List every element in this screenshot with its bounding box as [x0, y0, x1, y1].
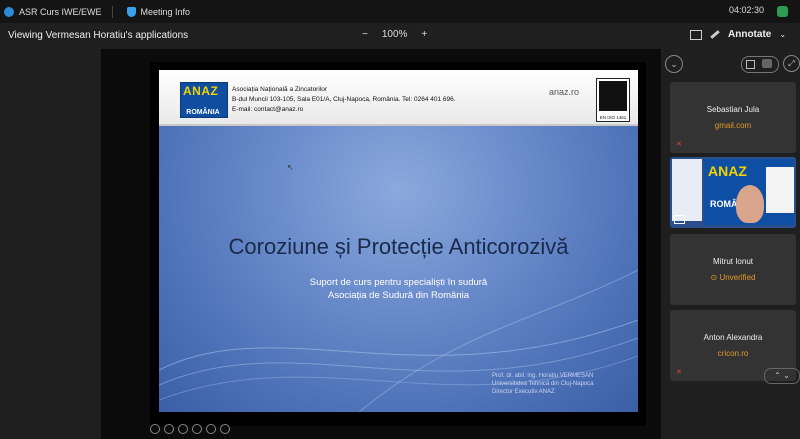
author-name: Prof. dr. abil. ing. Horațiu VERMEȘAN — [492, 373, 594, 379]
iso-symbol — [599, 81, 627, 111]
video-slide-thumb — [672, 159, 702, 221]
shared-slide: ANAZ ROMÂNIA Asociația Națională a Zinca… — [159, 70, 638, 412]
zoom-in-button[interactable]: + — [421, 29, 427, 40]
grid-view-icon[interactable] — [762, 59, 772, 68]
meeting-info-label: Meeting Info — [140, 6, 191, 17]
view-bar: Viewing Vermesan Horatiu's applications … — [0, 23, 800, 49]
author-role: Director Executiv ANAZ — [492, 389, 555, 395]
participant-name: Sebastian Jula — [706, 105, 760, 114]
zoom-out-button[interactable]: − — [362, 29, 368, 40]
zoom-icon[interactable] — [178, 424, 188, 434]
presenter-video-tile[interactable]: ANAZ ROMÂNIA — [670, 157, 796, 228]
anaz-logo: ANAZ ROMÂNIA — [180, 82, 228, 118]
annotate-button[interactable]: Annotate — [728, 29, 771, 40]
layout-toggle[interactable] — [741, 56, 779, 73]
monitor-icon[interactable] — [690, 29, 702, 40]
iso-label: EN ISO 1461 — [599, 115, 627, 120]
video-slide-thumb-right — [766, 167, 794, 213]
title-bar: ASR Curs IWE/EWE Meeting Info 04:02:30 — [0, 0, 800, 23]
zoom-control: − 100% + — [362, 29, 427, 40]
slide-subtitle: Suport de curs pentru specialiști în sud… — [159, 276, 638, 302]
more-icon[interactable] — [206, 424, 216, 434]
participant-status-text: Unverified — [719, 273, 756, 282]
annotate-pen-icon — [710, 30, 720, 39]
muted-mic-icon: ✕ — [676, 141, 682, 148]
logo-country: ROMÂNIA — [186, 109, 220, 116]
org-website: anaz.ro — [549, 87, 580, 97]
webex-icon — [4, 6, 14, 17]
presenter-face — [736, 185, 764, 223]
author-university: Universitatea Tehnică din Cluj-Napoca — [492, 381, 594, 387]
participant-tile[interactable]: Mitrut Ionut ⊙ Unverified — [670, 234, 796, 305]
org-address: B-dul Muncii 103-105, Sala E01/A, Cluj-N… — [232, 96, 456, 103]
recording-icon[interactable] — [777, 6, 788, 17]
chevron-down-icon[interactable]: ⌄ — [779, 30, 786, 39]
pen-icon[interactable] — [164, 424, 174, 434]
meeting-info-button[interactable]: Meeting Info — [126, 6, 191, 17]
annotate-group: Annotate ⌄ — [690, 29, 786, 40]
slide-title: Coroziune și Protecție Anticorozivă — [228, 234, 569, 259]
logo-word: ANAZ — [183, 84, 219, 98]
org-info: Asociația Națională a Zincatorilor B-dul… — [232, 85, 456, 115]
single-view-icon[interactable] — [746, 60, 755, 69]
muted-mic-icon: ✕ — [676, 369, 682, 376]
participant-name: Mitrut Ionut — [712, 257, 753, 266]
participant-scroll-nav[interactable]: ⌃ ⌄ — [764, 368, 800, 384]
app-name: ASR Curs IWE/EWE — [19, 6, 102, 17]
expand-icon[interactable]: ⤢ — [783, 55, 800, 72]
participant-tile[interactable]: Sebastian Jula gmail.com ✕ — [670, 82, 796, 153]
divider — [111, 5, 113, 18]
subtitles-icon[interactable] — [192, 424, 202, 434]
shield-icon — [126, 6, 136, 17]
warning-icon: ⊙ — [710, 273, 718, 282]
zoom-level: 100% — [381, 29, 408, 40]
participant-status: ⊙ Unverified — [670, 273, 796, 282]
iso-badge: EN ISO 1461 — [596, 78, 630, 122]
participant-domain: cricon.ro — [717, 349, 749, 358]
org-email: E-mail: contact@anaz.ro — [232, 106, 304, 113]
participant-name: Anton Alexandra — [703, 333, 763, 342]
meeting-timer: 04:02:30 — [728, 5, 764, 15]
subtitle-line2: Asociația de Sudură din România — [327, 290, 469, 301]
video-bg-word: ANAZ — [708, 163, 747, 179]
viewing-title: Viewing Vermesan Horatiu's applications — [8, 30, 189, 41]
collapse-panel-button[interactable]: ⌄ — [665, 55, 683, 73]
slide-header: ANAZ ROMÂNIA Asociația Națională a Zinca… — [159, 70, 638, 126]
participant-domain: gmail.com — [714, 121, 752, 130]
slide-author: Prof. dr. abil. ing. Horațiu VERMEȘAN Un… — [492, 372, 594, 396]
app-tab[interactable]: ASR Curs IWE/EWE — [4, 6, 102, 17]
subtitle-line1: Suport de curs pentru specialiști în sud… — [309, 277, 488, 288]
mouse-pointer-icon: ↖ — [287, 163, 294, 172]
prev-slide-icon[interactable] — [150, 424, 160, 434]
next-slide-icon[interactable] — [220, 424, 230, 434]
slideshow-toolbar — [150, 424, 230, 434]
screen-share-icon — [674, 215, 685, 224]
org-name: Asociația Națională a Zincatorilor — [232, 86, 328, 93]
